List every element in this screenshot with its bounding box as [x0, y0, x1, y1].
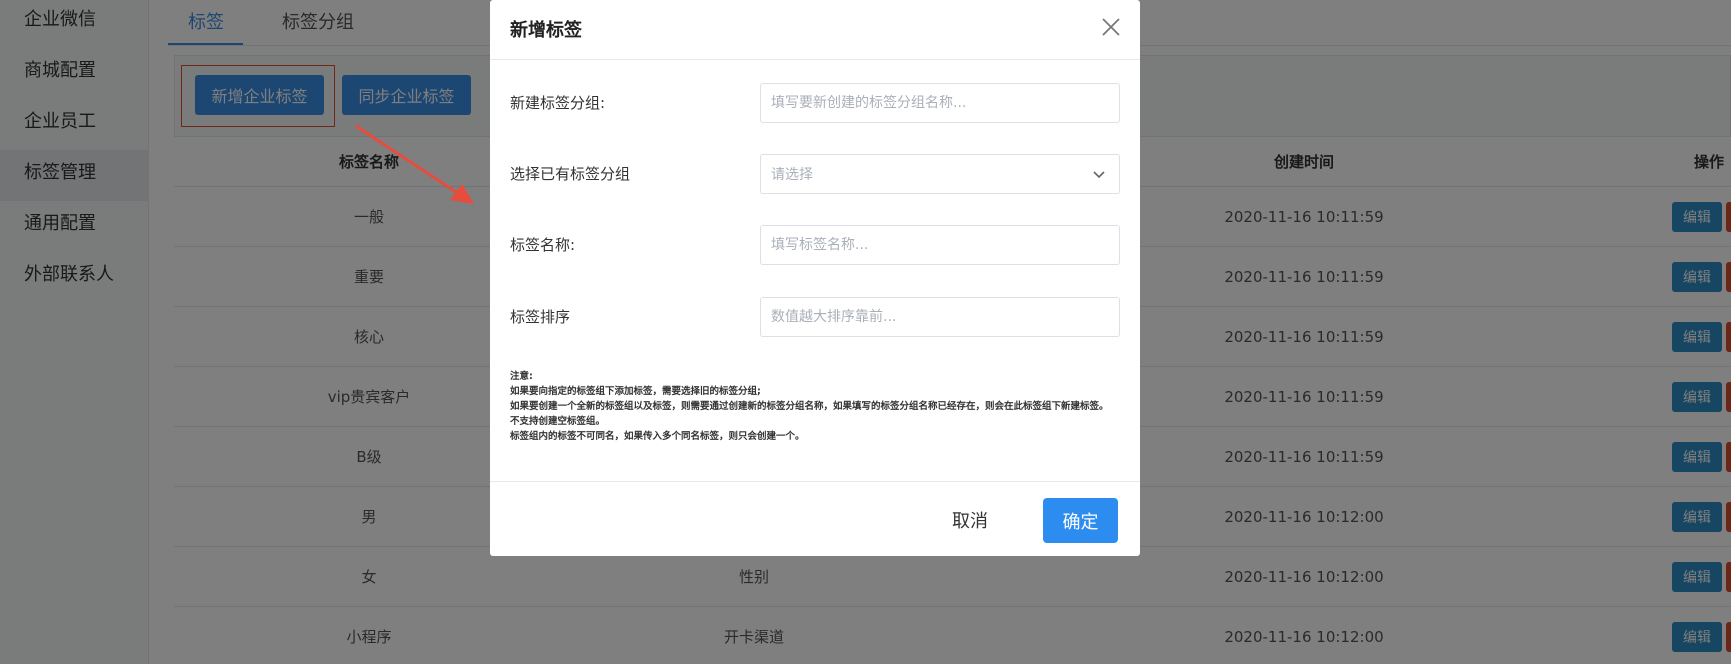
close-icon[interactable] — [1100, 16, 1122, 38]
chevron-down-icon — [1093, 171, 1105, 179]
note-line: 注意: — [510, 371, 533, 382]
form-row-existing-group: 选择已有标签分组 请选择 — [510, 154, 1120, 194]
note-line: 不支持创建空标签组。 — [510, 416, 606, 427]
cancel-button[interactable]: 取消 — [940, 500, 1000, 540]
note-line: 如果要向指定的标签组下添加标签，需要选择旧的标签分组; — [510, 386, 761, 397]
tag-name-label: 标签名称: — [510, 236, 576, 254]
new-group-input[interactable] — [760, 83, 1120, 123]
note-line: 如果要创建一个全新的标签组以及标签，则需要通过创建新的标签分组名称，如果填写的标… — [510, 401, 1109, 412]
note-line: 标签组内的标签不可同名，如果传入多个同名标签，则只会创建一个。 — [510, 431, 805, 442]
form-row-tag-order: 标签排序 — [510, 297, 1120, 337]
dialog-header: 新增标签 — [490, 0, 1140, 60]
notes-block: 注意: 如果要向指定的标签组下添加标签，需要选择旧的标签分组; 如果要创建一个全… — [510, 369, 1120, 444]
new-group-label: 新建标签分组: — [510, 94, 606, 112]
confirm-button[interactable]: 确定 — [1043, 498, 1118, 543]
tag-order-label: 标签排序 — [510, 308, 571, 326]
add-tag-dialog: 新增标签 新建标签分组: 选择已有标签分组 请选择 标签名称: 标签排序 注意:… — [490, 0, 1140, 556]
existing-group-label: 选择已有标签分组 — [510, 165, 631, 183]
dialog-title: 新增标签 — [510, 20, 582, 41]
existing-group-placeholder: 请选择 — [771, 167, 813, 183]
tag-name-input[interactable] — [760, 225, 1120, 265]
dialog-footer: 取消 确定 — [490, 481, 1140, 556]
tag-order-input[interactable] — [760, 297, 1120, 337]
annotation-arrow-icon — [355, 124, 474, 204]
form-row-new-group: 新建标签分组: — [510, 83, 1120, 123]
existing-group-select[interactable]: 请选择 — [760, 154, 1120, 194]
form-row-tag-name: 标签名称: — [510, 225, 1120, 265]
